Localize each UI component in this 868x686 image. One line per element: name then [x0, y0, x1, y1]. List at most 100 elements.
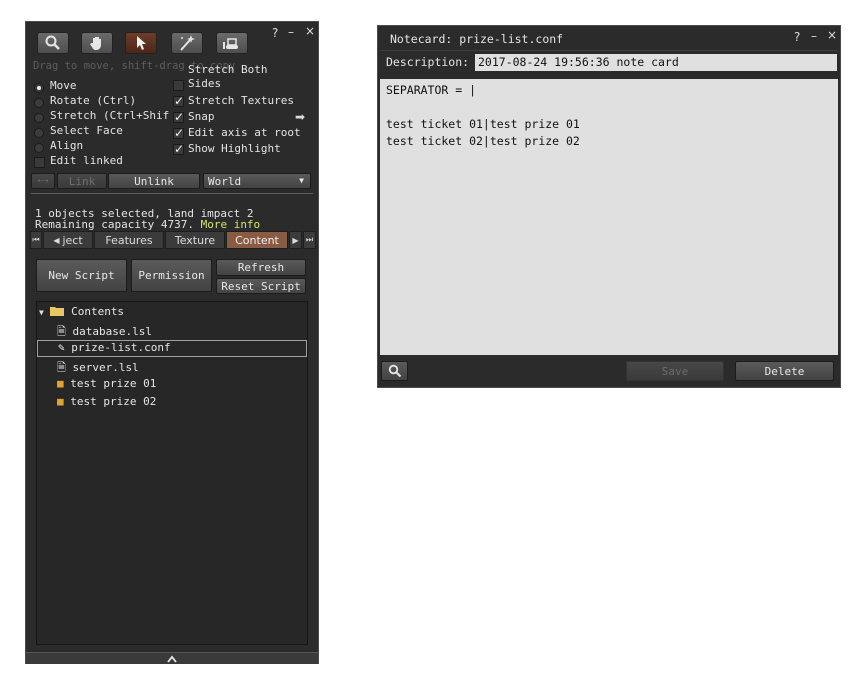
- disclosure-triangle-icon: ▼: [39, 308, 44, 317]
- divider: [31, 193, 313, 194]
- refresh-button[interactable]: Refresh: [216, 259, 306, 276]
- grab-tool-button[interactable]: [81, 32, 113, 54]
- link-arrows-icon: ⇠⇢: [37, 176, 49, 186]
- item-name: test prize 02: [70, 395, 157, 408]
- search-button[interactable]: [381, 361, 408, 381]
- rotate-label: Rotate (Ctrl): [50, 94, 137, 107]
- remaining-text: Remaining capacity 4737.: [35, 218, 194, 231]
- chevron-up-icon: [167, 655, 177, 663]
- sides-label: Sides: [188, 77, 222, 90]
- list-item[interactable]: 🗎 server.lsl: [57, 359, 139, 376]
- tab-scroll-last-button[interactable]: ⏭: [303, 231, 316, 249]
- edit-axis-checkbox[interactable]: ✓: [173, 127, 184, 139]
- save-button[interactable]: Save: [626, 361, 724, 381]
- stretch-textures-label: Stretch Textures: [188, 94, 294, 107]
- edit-linked-checkbox[interactable]: [34, 157, 45, 168]
- script-icon: 🗎: [57, 325, 66, 338]
- stretch-radio[interactable]: [34, 113, 44, 123]
- stretch-textures-checkbox[interactable]: ✓: [173, 95, 184, 107]
- item-name: database.lsl: [72, 325, 152, 338]
- list-item[interactable]: ■ test prize 02: [57, 395, 156, 412]
- stretch-both-label: Stretch Both: [188, 63, 268, 76]
- notecard-body-text: SEPARATOR = | test ticket 01|test prize …: [386, 83, 580, 148]
- help-button[interactable]: ?: [272, 26, 278, 40]
- move-radio[interactable]: [34, 83, 44, 93]
- more-info-link[interactable]: More info: [201, 218, 261, 231]
- tab-features[interactable]: Features: [94, 231, 164, 249]
- edit-linked-label: Edit linked: [50, 154, 123, 167]
- edit-tool-button[interactable]: [125, 32, 157, 54]
- bulldozer-icon: [223, 38, 238, 49]
- contents-folder-label: Contents: [71, 305, 125, 318]
- folder-icon: [50, 307, 65, 316]
- last-icon: ⏭: [305, 235, 314, 244]
- create-tool-button[interactable]: [171, 32, 203, 54]
- arrow-cursor-icon: [137, 36, 146, 50]
- link-button[interactable]: Link: [57, 173, 107, 189]
- sides-checkbox[interactable]: [173, 80, 184, 91]
- search-icon: [388, 364, 401, 378]
- contents-inventory-list[interactable]: ▼ Contents 🗎 database.lsl ✎ prize-list.c…: [36, 301, 308, 645]
- ruler-mode-value: World: [208, 174, 242, 188]
- collapse-bar[interactable]: [26, 652, 318, 664]
- reset-script-button[interactable]: Reset Script: [216, 278, 306, 294]
- magic-wand-icon: [180, 35, 195, 51]
- tab-object-label: ject: [62, 233, 83, 247]
- list-item[interactable]: 🗎 database.lsl: [57, 323, 152, 340]
- snap-options-arrow-icon[interactable]: ➡: [295, 110, 305, 124]
- link-arrows-button[interactable]: ⇠⇢: [31, 173, 55, 189]
- list-item[interactable]: ■ test prize 01: [57, 377, 156, 394]
- chevron-down-icon: ▼: [299, 176, 304, 185]
- hand-icon: [90, 37, 101, 50]
- tab-scroll-right-icon: ▶: [292, 235, 299, 245]
- help-button[interactable]: ?: [794, 30, 800, 44]
- item-name: server.lsl: [72, 361, 139, 374]
- move-label: Move: [50, 79, 77, 92]
- rotate-radio[interactable]: [34, 98, 44, 108]
- description-field[interactable]: 2017-08-24 19:56:36 note card: [475, 54, 837, 71]
- divider: [380, 50, 838, 51]
- window-title: Notecard: prize-list.conf: [390, 32, 564, 46]
- build-tool-panel: ? – × Drag to move, shift-drag to copy M…: [25, 21, 319, 664]
- tab-scroll-right-button[interactable]: ▶: [289, 231, 302, 249]
- land-tool-button[interactable]: [216, 32, 248, 54]
- tab-scroll-left-icon: ◀: [53, 235, 60, 245]
- description-label: Description:: [386, 55, 470, 69]
- permission-button[interactable]: Permission: [131, 259, 212, 292]
- item-name: prize-list.conf: [71, 341, 171, 354]
- notecard-text-editor[interactable]: SEPARATOR = | test ticket 01|test prize …: [380, 79, 838, 355]
- show-highlight-checkbox[interactable]: ✓: [173, 143, 184, 155]
- minimize-button[interactable]: –: [288, 25, 294, 39]
- close-button[interactable]: ×: [827, 28, 837, 42]
- list-item-selected[interactable]: ✎ prize-list.conf: [37, 340, 307, 357]
- align-label: Align: [50, 139, 84, 152]
- delete-button[interactable]: Delete: [735, 361, 834, 381]
- snap-checkbox[interactable]: ✓: [173, 111, 184, 123]
- tab-scroll-first-button[interactable]: ⏮: [30, 231, 42, 249]
- show-highlight-label: Show Highlight: [188, 142, 281, 155]
- select-face-label: Select Face: [50, 124, 123, 137]
- remaining-capacity: Remaining capacity 4737. More info: [35, 218, 260, 231]
- snap-label: Snap: [188, 110, 215, 123]
- unlink-button[interactable]: Unlink: [108, 173, 200, 189]
- close-button[interactable]: ×: [305, 24, 315, 38]
- magnify-icon: [45, 35, 60, 50]
- new-script-button[interactable]: New Script: [36, 259, 127, 292]
- minimize-button[interactable]: –: [811, 29, 817, 43]
- edit-axis-label: Edit axis at root: [188, 126, 301, 139]
- tab-object[interactable]: ◀ ject: [43, 231, 93, 249]
- contents-folder-row[interactable]: ▼ Contents: [39, 305, 124, 322]
- align-radio[interactable]: [34, 143, 44, 153]
- tab-content[interactable]: Content: [226, 231, 288, 249]
- object-box-icon: ■: [57, 377, 64, 390]
- stretch-label: Stretch (Ctrl+Shift): [50, 109, 170, 122]
- select-face-radio[interactable]: [34, 128, 44, 138]
- script-icon: 🗎: [57, 361, 66, 374]
- object-box-icon: ■: [57, 395, 64, 408]
- ruler-mode-dropdown[interactable]: World ▼: [203, 173, 311, 189]
- notecard-window: Notecard: prize-list.conf ? – × Descript…: [377, 25, 841, 388]
- tab-texture[interactable]: Texture: [165, 231, 225, 249]
- first-icon: ⏮: [32, 235, 40, 244]
- item-name: test prize 01: [70, 377, 157, 390]
- focus-tool-button[interactable]: [37, 32, 69, 54]
